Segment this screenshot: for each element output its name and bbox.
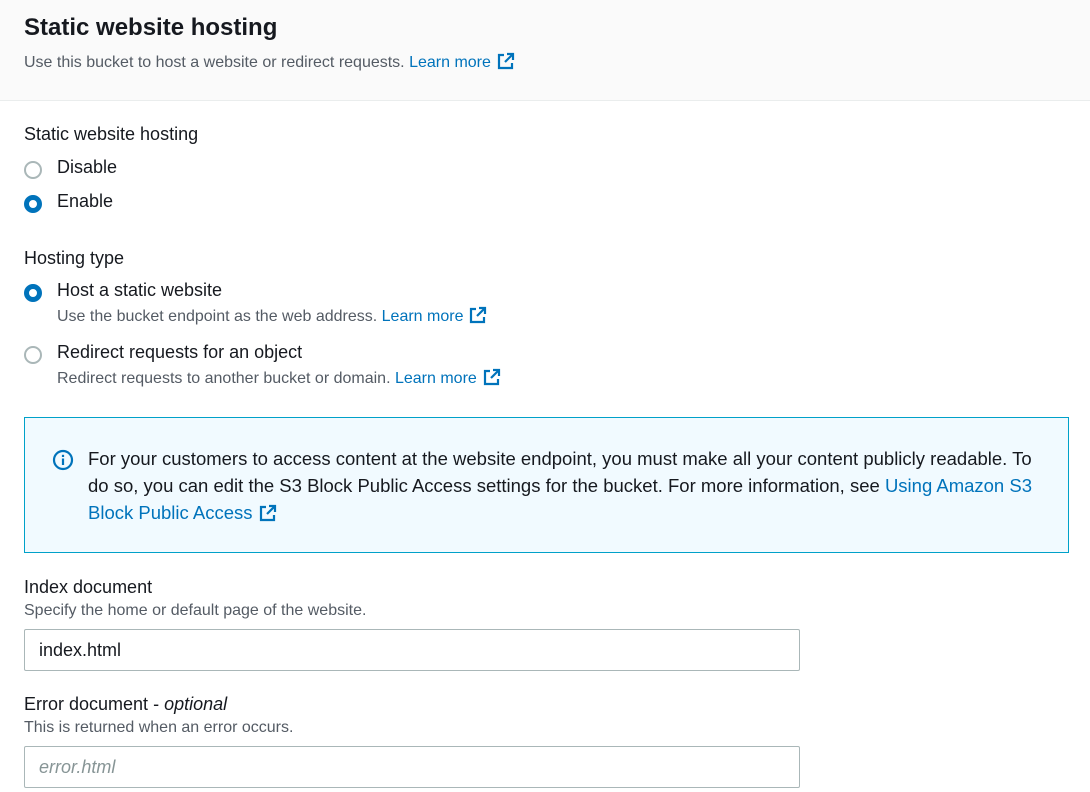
header-learn-more-link[interactable]: Learn more [409,52,515,71]
host-static-learn-more-label: Learn more [381,308,464,325]
index-document-hint: Specify the home or default page of the … [24,602,367,619]
info-alert: For your customers to access content at … [24,417,1069,553]
index-document-input[interactable] [24,629,800,671]
disable-radio-label[interactable]: Disable [57,157,117,178]
header-learn-more-label: Learn more [409,54,491,71]
host-static-radio[interactable] [24,284,42,302]
hosting-type-label: Hosting type [24,248,125,268]
optional-tag: optional [164,694,228,714]
section-title: Static website hosting [24,14,278,41]
redirect-learn-more-label: Learn more [394,370,477,387]
section-description: Use this bucket to host a website or red… [24,52,515,72]
redirect-radio-label[interactable]: Redirect requests for an object [57,342,302,363]
section-header: Static website hosting Use this bucket t… [0,0,1090,101]
redirect-learn-more-link[interactable]: Learn more [394,368,501,387]
external-link-icon [483,368,501,386]
info-alert-text: For your customers to access content at … [88,445,1048,526]
redirect-description-text: Redirect requests to another bucket or d… [57,370,391,387]
external-link-icon [469,306,487,324]
host-static-radio-label[interactable]: Host a static website [57,280,222,301]
host-static-description-text: Use the bucket endpoint as the web addre… [57,308,378,325]
error-document-label: Error document - optional [24,694,228,714]
error-document-label-text: Error document [24,694,149,714]
hosting-label: Static website hosting [24,124,199,144]
error-document-input[interactable] [24,746,800,788]
error-document-hint: This is returned when an error occurs. [24,719,294,736]
external-link-icon [259,504,277,522]
host-static-learn-more-link[interactable]: Learn more [381,306,488,325]
disable-radio[interactable] [24,161,42,179]
index-document-label: Index document [24,577,153,597]
section-description-text: Use this bucket to host a website or red… [24,54,405,71]
info-icon [52,449,74,471]
enable-radio-label[interactable]: Enable [57,191,113,212]
redirect-description: Redirect requests to another bucket or d… [57,368,501,388]
host-static-description: Use the bucket endpoint as the web addre… [57,306,487,326]
external-link-icon [497,52,515,70]
enable-radio[interactable] [24,195,42,213]
redirect-radio[interactable] [24,346,42,364]
